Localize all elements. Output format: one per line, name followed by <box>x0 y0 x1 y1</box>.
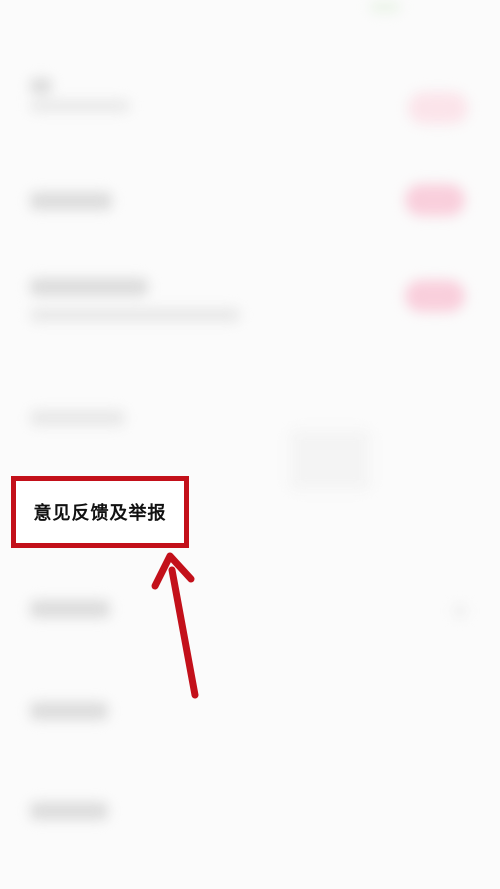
annotation-arrow-icon <box>151 552 199 699</box>
